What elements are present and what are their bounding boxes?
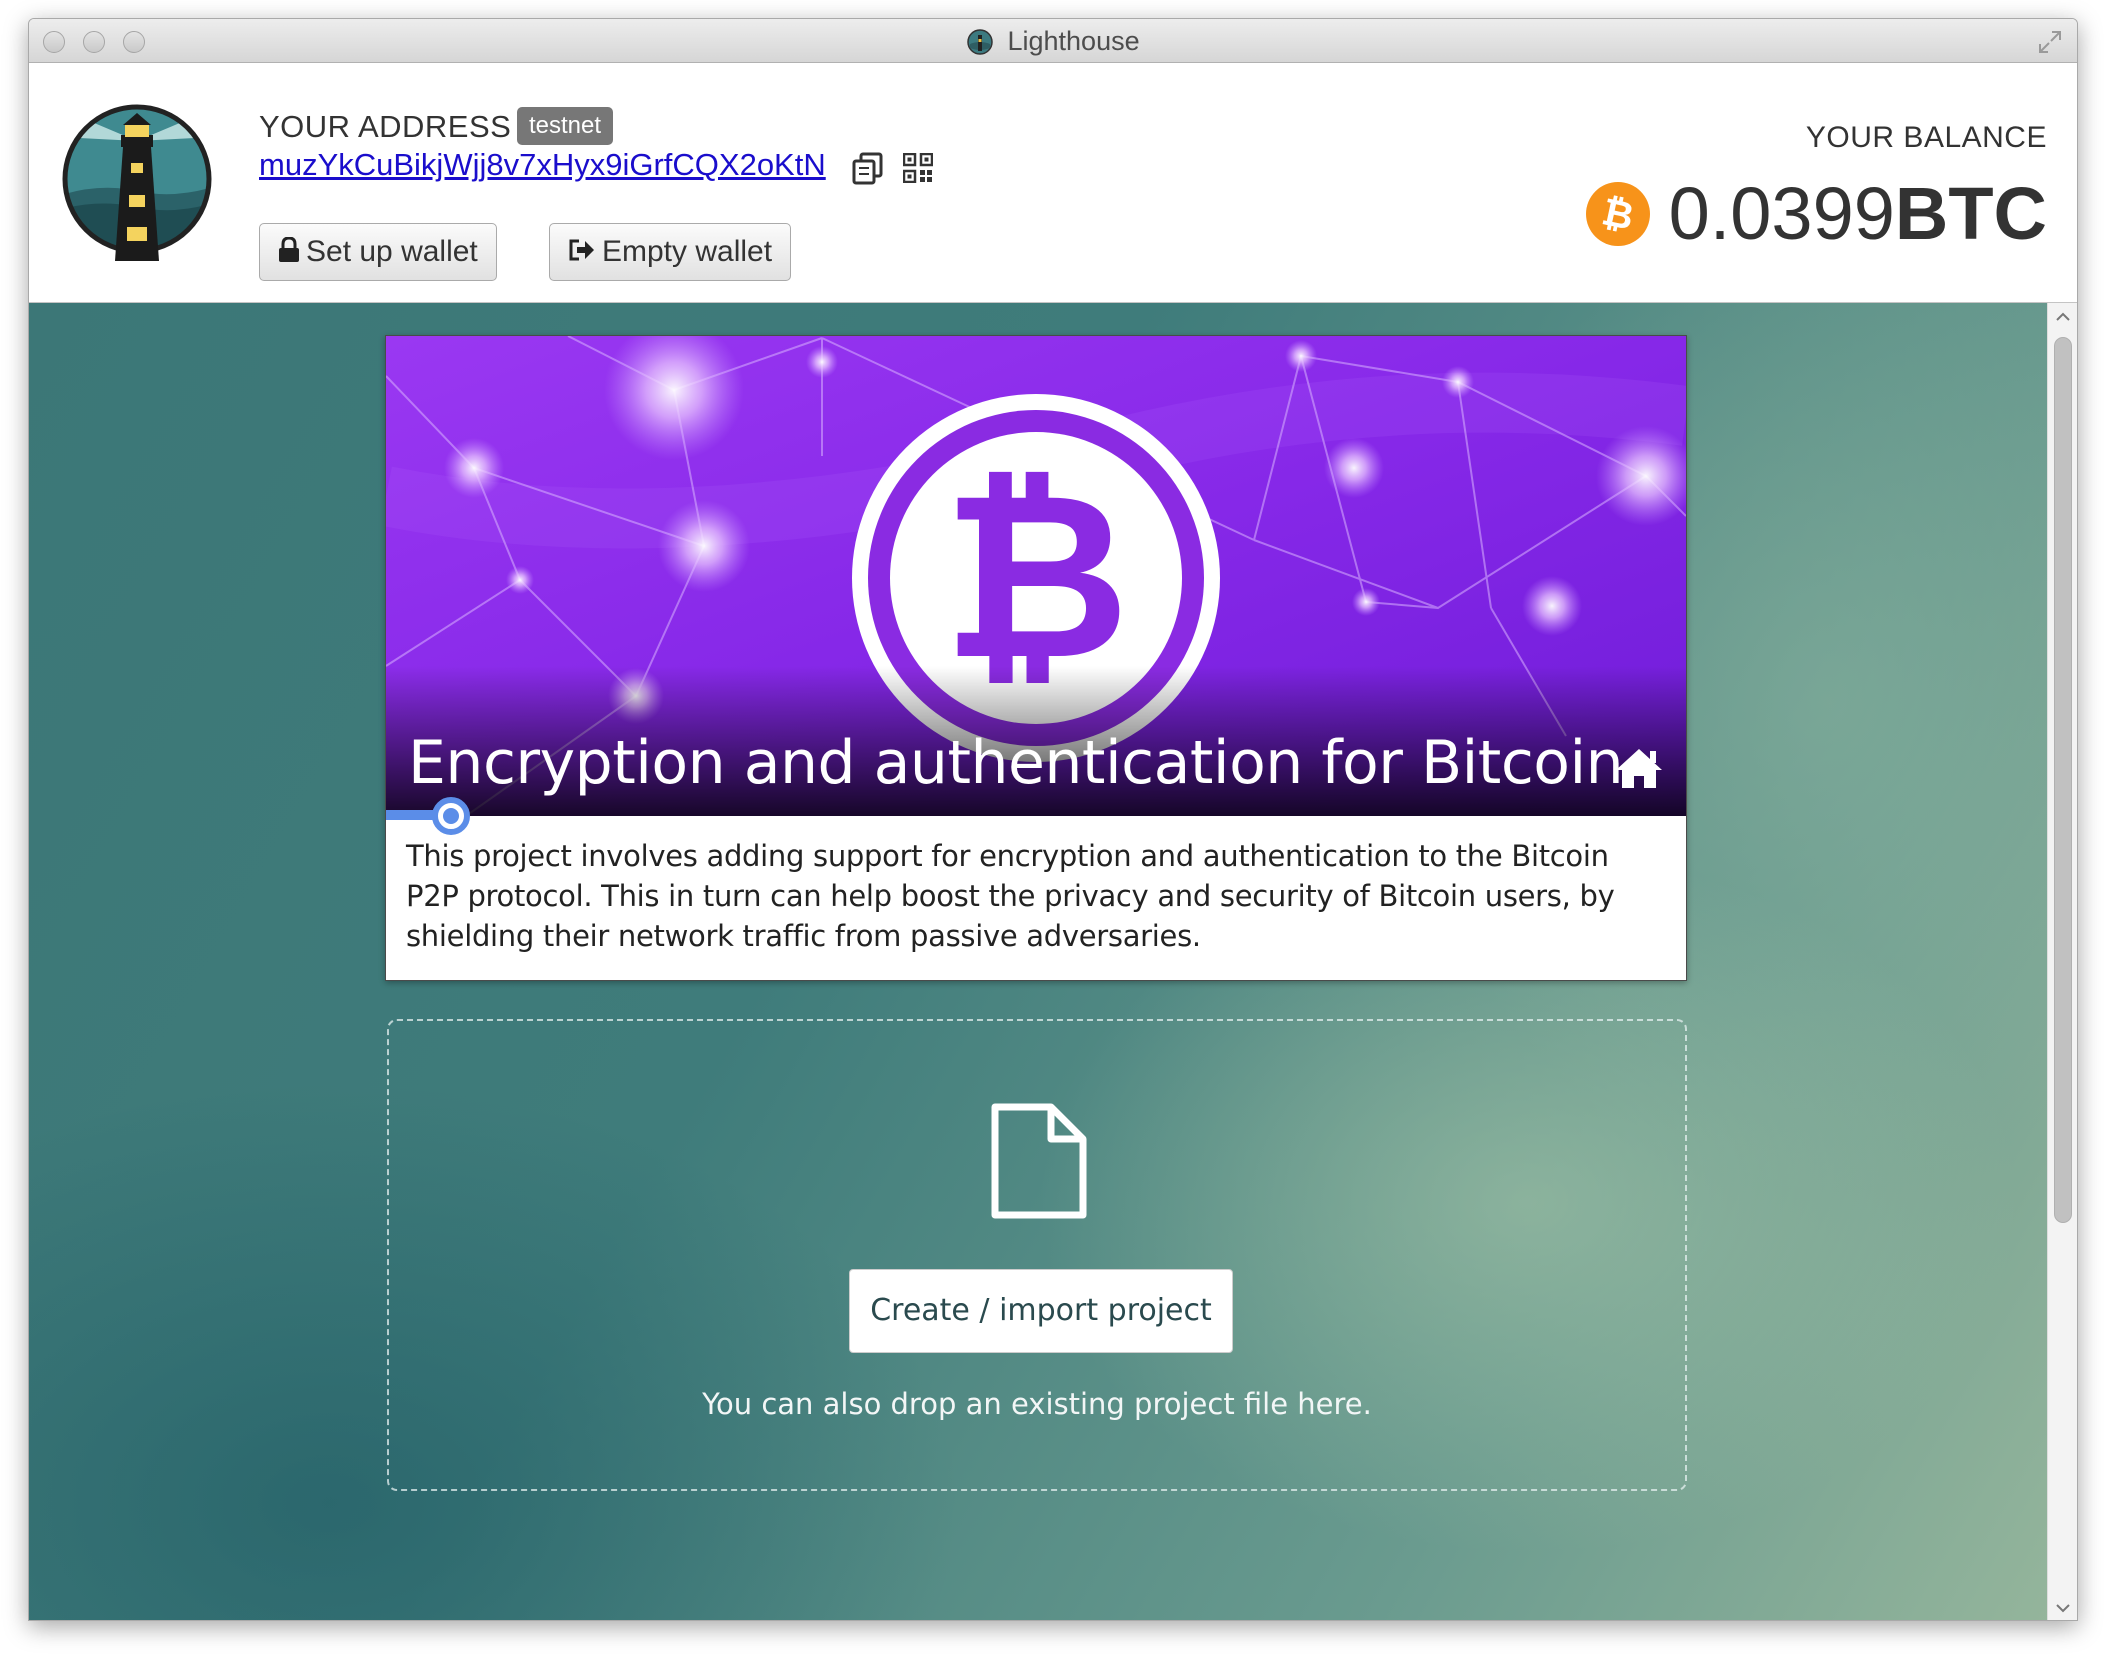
copy-icon[interactable] (851, 151, 885, 185)
window-title: Lighthouse (1007, 26, 1140, 56)
exit-icon (569, 239, 594, 261)
balance-label: YOUR BALANCE (1805, 121, 2047, 154)
set-up-wallet-button[interactable]: Set up wallet (259, 223, 497, 281)
project-drop-zone[interactable]: Create / import project You can also dro… (387, 1019, 1687, 1491)
app-icon (967, 28, 994, 55)
empty-wallet-label: Empty wallet (602, 235, 773, 268)
funding-progress-marker (432, 797, 470, 835)
fullscreen-icon[interactable] (2037, 29, 2063, 55)
project-title: Encryption and authentication for Bitcoi… (408, 728, 1624, 798)
scroll-up-icon[interactable] (2053, 307, 2073, 327)
set-up-wallet-label: Set up wallet (306, 235, 478, 268)
empty-wallet-button[interactable]: Empty wallet (549, 223, 792, 281)
wallet-header: YOUR ADDRESS testnet muzYkCuBikjWjj8v7xH… (29, 63, 2077, 303)
home-icon[interactable] (1614, 746, 1664, 790)
balance-unit: BTC (1894, 172, 2047, 255)
app-window: Lighthouse YOUR ADDRESS testnet muzYkCuB… (28, 18, 2078, 1621)
file-icon (991, 1103, 1087, 1219)
create-import-project-button[interactable]: Create / import project (849, 1269, 1233, 1353)
lighthouse-logo (62, 104, 212, 261)
vertical-scrollbar[interactable] (2047, 303, 2077, 1620)
balance-value: 0.0399 (1668, 172, 1895, 255)
qr-code-icon[interactable] (903, 153, 933, 183)
bitcoin-icon: ₿ (1585, 181, 1650, 246)
network-badge: testnet (517, 107, 614, 145)
title-bar: Lighthouse (29, 19, 2077, 63)
balance-row: ₿ 0.0399BTC (1585, 171, 2047, 255)
funding-progress-bar (386, 810, 451, 820)
wallet-address-link[interactable]: muzYkCuBikjWjj8v7xHyx9iGrfCQX2oKtN (259, 147, 826, 183)
project-description: This project involves adding support for… (406, 839, 1615, 953)
scroll-down-icon[interactable] (2053, 1598, 2073, 1618)
project-card[interactable]: ₿ Encryption and authentication for Bitc… (385, 335, 1687, 981)
project-overview: ₿ Encryption and authentication for Bitc… (29, 303, 2077, 1620)
lock-icon (279, 236, 299, 263)
title-wrap: Lighthouse (29, 26, 2077, 57)
address-label: YOUR ADDRESS (259, 109, 512, 144)
scrollbar-thumb[interactable] (2054, 337, 2072, 1223)
drop-hint-text: You can also drop an existing project fi… (702, 1387, 1372, 1421)
